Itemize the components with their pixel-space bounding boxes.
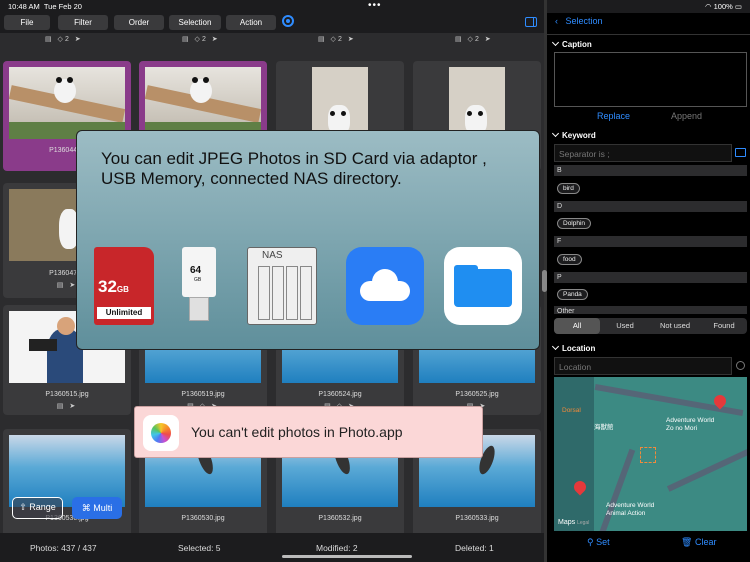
photos-app-icon bbox=[143, 415, 179, 451]
usb-connector-icon bbox=[189, 297, 209, 321]
modified-count: Modified: 2 bbox=[316, 543, 358, 553]
cell-info-icons: ▤ ◇2 ➤ bbox=[182, 36, 220, 43]
location-header[interactable]: Location bbox=[551, 342, 595, 353]
search-icon[interactable] bbox=[736, 361, 745, 370]
keyword-section-p: P bbox=[554, 272, 747, 283]
popup-message: You can edit JPEG Photos in SD Card via … bbox=[101, 149, 487, 188]
panda-photo-thumbnail bbox=[312, 67, 368, 139]
photos-app-warning: You can't edit photos in Photo.app bbox=[134, 406, 483, 458]
status-bar: 10:48 AM Tue Feb 20 ••• ◠ 100% ▭ bbox=[0, 0, 750, 13]
toast-message: You can't edit photos in Photo.app bbox=[191, 424, 403, 440]
map-label: Adventure World Animal Action bbox=[606, 502, 655, 517]
caption-field[interactable] bbox=[554, 52, 747, 107]
segment-used[interactable]: Used bbox=[602, 318, 648, 334]
keyword-input[interactable]: Separator is ; bbox=[554, 144, 732, 162]
keyword-tag[interactable]: food bbox=[557, 254, 582, 265]
map-label: Adventure World Zo no Mori bbox=[666, 417, 715, 432]
photo-filename: P1360532.jpg bbox=[318, 515, 362, 522]
icloud-drive-icon bbox=[346, 247, 424, 325]
segment-found[interactable]: Found bbox=[702, 318, 746, 334]
deleted-count: Deleted: 1 bbox=[455, 543, 494, 553]
trash-icon: 🗑 bbox=[681, 537, 693, 547]
apple-maps-logo: Maps Legal bbox=[558, 519, 590, 526]
chevron-down-icon bbox=[551, 129, 560, 138]
keyword-section-f: F bbox=[554, 236, 747, 247]
set-location-button[interactable]: ⚲ Set bbox=[587, 537, 610, 548]
cell-info-icons: ▤ ◇2 ➤ bbox=[455, 36, 493, 43]
book-icon[interactable] bbox=[735, 148, 746, 157]
keyword-tag[interactable]: Panda bbox=[557, 289, 588, 300]
photo-filename: P1360530.jpg bbox=[181, 515, 225, 522]
map-label: Dorsal bbox=[562, 407, 581, 414]
location-input[interactable]: Location bbox=[554, 357, 732, 375]
status-battery: ◠ 100% ▭ bbox=[705, 2, 742, 11]
panda-photo-thumbnail bbox=[145, 67, 261, 139]
chevron-down-icon bbox=[551, 38, 560, 47]
gear-icon[interactable] bbox=[282, 15, 294, 27]
photos-count: Photos: 437 / 437 bbox=[30, 543, 97, 553]
status-summary-bar: Photos: 437 / 437 Selected: 5 Modified: … bbox=[0, 533, 544, 562]
map-label: 海獣館 bbox=[594, 424, 614, 431]
multitasking-dots-icon[interactable]: ••• bbox=[368, 0, 382, 11]
keyword-tag[interactable]: Dolphin bbox=[557, 218, 592, 229]
panda-photo-thumbnail bbox=[449, 67, 505, 139]
photo-filename: P1360525.jpg bbox=[455, 391, 499, 398]
chevron-down-icon bbox=[551, 342, 560, 351]
storage-info-popup: You can edit JPEG Photos in SD Card via … bbox=[76, 130, 540, 350]
nas-device-icon: NAS bbox=[247, 247, 317, 325]
replace-button[interactable]: Replace bbox=[597, 111, 630, 121]
segment-all[interactable]: All bbox=[554, 318, 600, 334]
keyword-section-d: D bbox=[554, 201, 747, 212]
panda-photo-thumbnail bbox=[9, 67, 125, 139]
selected-count: Selected: 5 bbox=[178, 543, 221, 553]
toolbar: File Filter Order Selection Action bbox=[0, 13, 544, 33]
location-map[interactable]: Dorsal 海獣館 Adventure World Zo no Mori Adv… bbox=[554, 377, 747, 531]
photo-filename: P1360515.jpg bbox=[45, 391, 89, 398]
sidebar-toggle-icon[interactable] bbox=[525, 17, 537, 27]
cell-info-icons: ▤ ◇2 ➤ bbox=[318, 36, 356, 43]
cell-info-icons: ▤ ◇2 ➤ bbox=[45, 36, 83, 43]
selection-header[interactable]: ‹ Selection bbox=[555, 16, 603, 26]
multi-button[interactable]: ⌘ Multi bbox=[72, 497, 122, 519]
metadata-panel: ‹ Selection Caption Replace Append Keywo… bbox=[547, 13, 750, 562]
keyword-section-b: B bbox=[554, 165, 747, 176]
home-indicator[interactable] bbox=[282, 555, 412, 558]
usb-drive-icon: 64 GB bbox=[182, 247, 216, 297]
caption-header[interactable]: Caption bbox=[551, 38, 592, 49]
status-time: 10:48 AM Tue Feb 20 bbox=[8, 2, 82, 11]
photo-filename: P1360524.jpg bbox=[318, 391, 362, 398]
filter-menu-button[interactable]: Filter bbox=[58, 15, 108, 30]
crosshair-icon bbox=[640, 447, 656, 463]
append-button[interactable]: Append bbox=[671, 111, 702, 121]
photo-filename: P1360533.jpg bbox=[455, 515, 499, 522]
keyword-header[interactable]: Keyword bbox=[551, 129, 596, 140]
cell-info-icons: ▤ ➤ bbox=[56, 403, 78, 410]
keyword-tag[interactable]: bird bbox=[557, 183, 580, 194]
selection-menu-button[interactable]: Selection bbox=[169, 15, 221, 30]
command-icon: ⌘ bbox=[81, 503, 91, 513]
pin-icon: ⚲ bbox=[587, 537, 594, 547]
order-menu-button[interactable]: Order bbox=[114, 15, 164, 30]
keyword-section-other: Other bbox=[554, 306, 747, 314]
file-menu-button[interactable]: File bbox=[4, 15, 50, 30]
keyword-filter-segment: All Used Not used Found bbox=[554, 318, 747, 334]
sd-card-icon: 32GB Unlimited bbox=[94, 247, 154, 325]
photo-filename: P1360519.jpg bbox=[181, 391, 225, 398]
range-icon: ⇧ bbox=[19, 502, 27, 512]
action-menu-button[interactable]: Action bbox=[226, 15, 276, 30]
back-chevron-icon: ‹ bbox=[555, 16, 558, 26]
segment-not-used[interactable]: Not used bbox=[650, 318, 700, 334]
files-app-icon bbox=[444, 247, 522, 325]
clear-location-button[interactable]: 🗑 Clear bbox=[681, 537, 716, 548]
range-button[interactable]: ⇧ Range bbox=[12, 497, 63, 519]
